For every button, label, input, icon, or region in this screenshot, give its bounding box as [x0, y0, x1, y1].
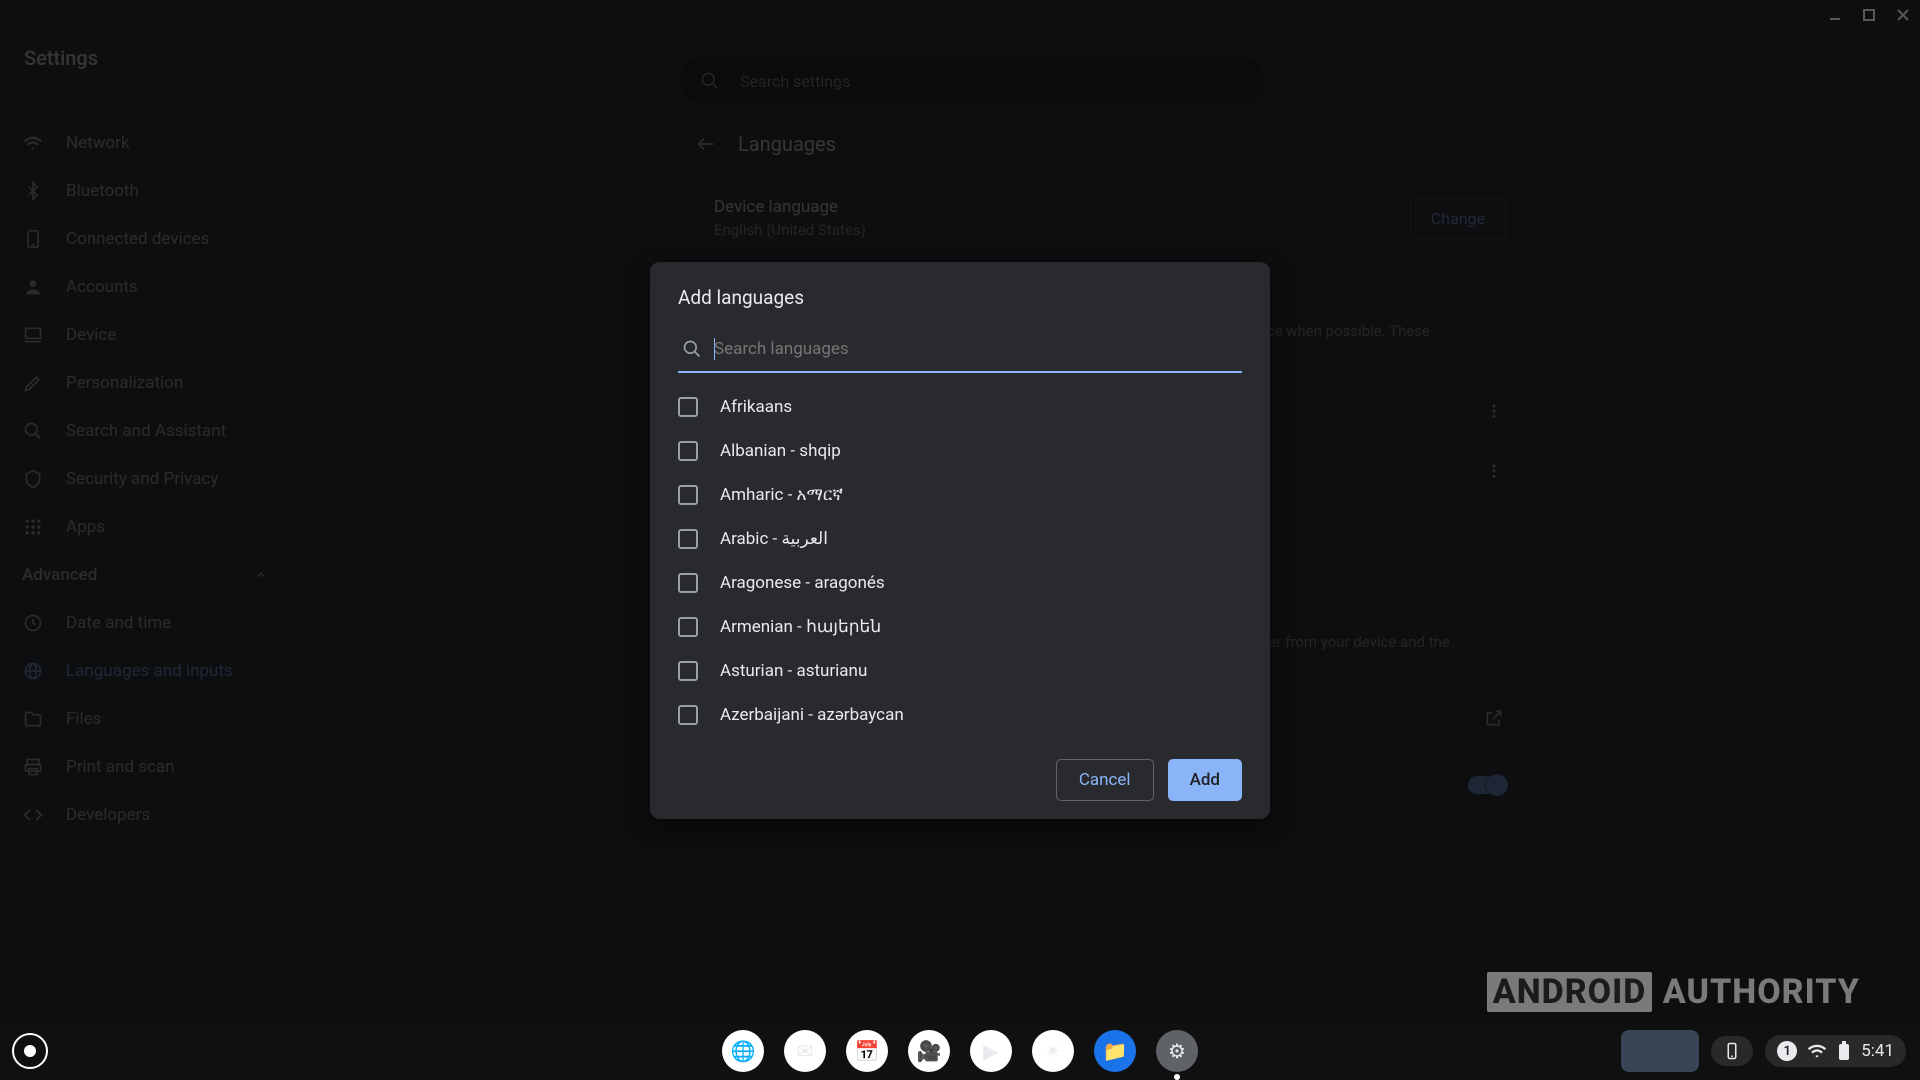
meet-icon: 🎥 — [917, 1039, 942, 1063]
dialog-cancel-button[interactable]: Cancel — [1056, 759, 1154, 801]
shelf-app-files[interactable]: 📁 — [1094, 1030, 1136, 1072]
language-option-label: Azerbaijani - azərbaycan — [720, 705, 904, 725]
checkbox-icon[interactable] — [678, 617, 698, 637]
language-option[interactable]: Amharic - አማርኛ — [678, 473, 1254, 517]
dialog-scrim[interactable]: Add languages AfrikaansAlbanian - shqipA… — [0, 0, 1920, 1080]
chrome-icon: 🌐 — [731, 1039, 756, 1063]
shelf-app-youtube[interactable]: ▶ — [970, 1030, 1012, 1072]
text-cursor — [714, 338, 715, 360]
shelf-app-calendar[interactable]: 📅 — [846, 1030, 888, 1072]
checkbox-icon[interactable] — [678, 705, 698, 725]
photos-icon: ✴ — [1045, 1039, 1062, 1063]
shelf-app-photos[interactable]: ✴ — [1032, 1030, 1074, 1072]
shelf-app-settings[interactable]: ⚙ — [1156, 1030, 1198, 1072]
language-list[interactable]: Afrikaans Albanian - shqip Amharic - አማርኛ A… — [650, 385, 1270, 737]
status-tray[interactable]: 1 5:41 — [1765, 1035, 1906, 1067]
dialog-search-input[interactable] — [678, 333, 1242, 365]
checkbox-icon[interactable] — [678, 529, 698, 549]
notification-badge: 1 — [1777, 1041, 1797, 1061]
gmail-icon: ✉ — [797, 1039, 814, 1063]
system-tray[interactable]: 1 5:41 — [1621, 1030, 1906, 1072]
language-option[interactable]: Aragonese - aragonés — [678, 561, 1254, 605]
checkbox-icon[interactable] — [678, 573, 698, 593]
language-option[interactable]: Asturian - asturianu — [678, 649, 1254, 693]
launcher-button[interactable] — [12, 1033, 48, 1069]
add-languages-dialog: Add languages AfrikaansAlbanian - shqipA… — [650, 262, 1270, 819]
shelf: 🌐 ✉ 📅 🎥 ▶ ✴ 📁 ⚙ 1 5:41 — [0, 1022, 1920, 1080]
dialog-add-button[interactable]: Add — [1168, 759, 1242, 801]
language-option-label: Amharic - አማርኛ — [720, 485, 843, 505]
battery-icon — [1837, 1041, 1851, 1061]
shelf-app-gmail[interactable]: ✉ — [784, 1030, 826, 1072]
language-option[interactable]: Azerbaijani - azərbaycan — [678, 693, 1254, 737]
language-option-label: Afrikaans — [720, 397, 792, 417]
checkbox-icon[interactable] — [678, 485, 698, 505]
shelf-app-meet[interactable]: 🎥 — [908, 1030, 950, 1072]
youtube-icon: ▶ — [983, 1039, 998, 1063]
shelf-app-chrome[interactable]: 🌐 — [722, 1030, 764, 1072]
files-icon: 📁 — [1103, 1039, 1128, 1063]
dialog-title: Add languages — [650, 286, 1270, 327]
language-option-label: Armenian - հայերեն — [720, 617, 881, 637]
language-option-label: Aragonese - aragonés — [720, 573, 885, 593]
language-option-label: Asturian - asturianu — [720, 661, 867, 681]
language-option[interactable]: Afrikaans — [678, 385, 1254, 429]
wifi-icon — [1807, 1041, 1827, 1061]
language-option[interactable]: Albanian - shqip — [678, 429, 1254, 473]
language-option-label: Albanian - shqip — [720, 441, 841, 461]
watermark: ANDROID AUTHORITY — [1487, 972, 1860, 1012]
settings-icon: ⚙ — [1168, 1039, 1186, 1063]
clock: 5:41 — [1861, 1041, 1894, 1061]
language-option[interactable]: Armenian - հայերեն — [678, 605, 1254, 649]
dialog-search[interactable] — [678, 327, 1242, 373]
tote-preview[interactable] — [1621, 1030, 1699, 1072]
phone-hub-button[interactable] — [1711, 1036, 1753, 1066]
language-option-label: Arabic - العربية — [720, 529, 828, 549]
calendar-icon: 📅 — [855, 1039, 880, 1063]
language-option[interactable]: Arabic - العربية — [678, 517, 1254, 561]
checkbox-icon[interactable] — [678, 397, 698, 417]
checkbox-icon[interactable] — [678, 661, 698, 681]
search-icon — [682, 339, 702, 359]
checkbox-icon[interactable] — [678, 441, 698, 461]
